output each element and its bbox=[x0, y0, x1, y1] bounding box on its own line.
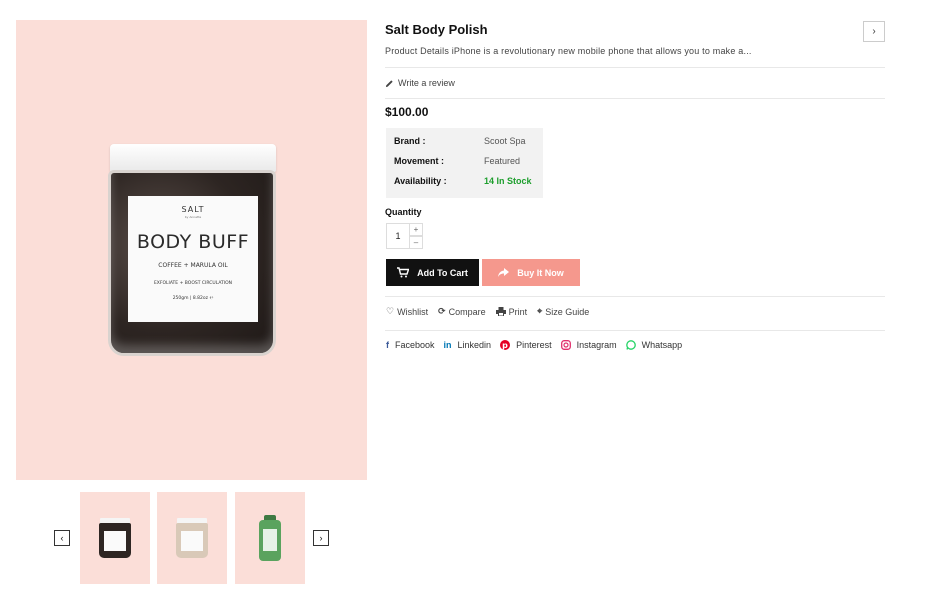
thumbnail-jar-dark-image bbox=[99, 518, 131, 558]
main-product-image[interactable]: SALT by Annette BODY BUFF COFFEE + MARUL… bbox=[16, 20, 367, 480]
print-link[interactable]: Print bbox=[495, 306, 528, 317]
pinterest-label: Pinterest bbox=[516, 340, 552, 350]
chevron-left-icon: ‹ bbox=[60, 532, 64, 543]
buy-now-button[interactable]: Buy It Now bbox=[482, 259, 580, 286]
chevron-right-icon: › bbox=[319, 532, 323, 543]
add-to-cart-button[interactable]: Add To Cart bbox=[386, 259, 479, 286]
spec-value: Scoot Spa bbox=[484, 136, 526, 146]
share-arrow-icon bbox=[498, 268, 510, 277]
facebook-label: Facebook bbox=[395, 340, 435, 350]
thumbnail-prev-button[interactable]: ‹ bbox=[54, 530, 70, 546]
linkedin-icon: in bbox=[443, 340, 452, 350]
label-weight: 250gm | 8.82oz ℮ bbox=[172, 296, 214, 301]
product-actions: ♡ Wishlist ⟳ Compare Print ⌖ Size Guide bbox=[386, 306, 589, 317]
product-specs: Brand : Scoot Spa Movement : Featured Av… bbox=[386, 128, 543, 198]
spec-row-movement: Movement : Featured bbox=[394, 156, 543, 176]
divider bbox=[385, 67, 885, 68]
printer-icon bbox=[495, 307, 506, 316]
compare-label: Compare bbox=[448, 306, 486, 317]
label-benefit: EXFOLIATE + BOOST CIRCULATION bbox=[153, 281, 233, 286]
divider bbox=[385, 330, 885, 331]
thumbnail-green-bottle-image bbox=[259, 515, 281, 561]
minus-icon: – bbox=[413, 238, 419, 247]
compare-icon: ⟳ bbox=[438, 306, 446, 316]
product-price: $100.00 bbox=[385, 105, 429, 119]
jar-label: SALT by Annette BODY BUFF COFFEE + MARUL… bbox=[128, 196, 258, 322]
product-jar-image: SALT by Annette BODY BUFF COFFEE + MARUL… bbox=[108, 144, 276, 356]
heart-icon: ♡ bbox=[386, 306, 395, 316]
spec-value: Featured bbox=[484, 156, 521, 166]
thumbnail-3[interactable] bbox=[235, 492, 305, 584]
label-brand-sub: by Annette bbox=[184, 215, 202, 219]
social-share: f Facebook in Linkedin p Pinterest Insta… bbox=[386, 340, 682, 350]
thumbnail-2[interactable] bbox=[157, 492, 227, 584]
product-title: Salt Body Polish bbox=[385, 22, 488, 37]
share-facebook[interactable]: f Facebook bbox=[386, 340, 435, 350]
label-brand: SALT bbox=[181, 205, 205, 214]
chevron-right-icon: › bbox=[872, 26, 876, 37]
label-product-name: BODY BUFF bbox=[136, 231, 250, 253]
divider bbox=[385, 98, 885, 99]
cart-icon bbox=[397, 267, 410, 278]
print-label: Print bbox=[508, 306, 528, 317]
size-guide-link[interactable]: ⌖ Size Guide bbox=[537, 306, 589, 317]
sitemap-icon: ⌖ bbox=[537, 306, 543, 316]
instagram-icon bbox=[560, 340, 571, 350]
quantity-input[interactable]: 1 bbox=[386, 223, 410, 249]
buy-now-label: Buy It Now bbox=[517, 267, 564, 278]
spec-key: Brand : bbox=[394, 136, 426, 146]
instagram-label: Instagram bbox=[576, 340, 617, 350]
whatsapp-label: Whatsapp bbox=[641, 340, 683, 350]
pinterest-icon: p bbox=[500, 340, 511, 350]
pencil-icon bbox=[385, 79, 393, 87]
spec-row-availability: Availability : 14 In Stock bbox=[394, 176, 543, 196]
compare-link[interactable]: ⟳ Compare bbox=[438, 306, 486, 317]
share-linkedin[interactable]: in Linkedin bbox=[444, 340, 492, 350]
product-description: Product Details iPhone is a revolutionar… bbox=[385, 46, 752, 56]
plus-icon: + bbox=[413, 225, 419, 234]
linkedin-label: Linkedin bbox=[457, 340, 492, 350]
spec-key: Availability : bbox=[394, 176, 447, 186]
wishlist-label: Wishlist bbox=[397, 306, 429, 317]
wishlist-link[interactable]: ♡ Wishlist bbox=[386, 306, 428, 317]
stock-status: 14 In Stock bbox=[484, 176, 532, 186]
svg-text:p: p bbox=[502, 341, 508, 350]
facebook-icon: f bbox=[386, 340, 389, 350]
thumbnail-1[interactable] bbox=[80, 492, 150, 584]
jar-lid bbox=[110, 144, 276, 172]
thumbnail-next-button[interactable]: › bbox=[313, 530, 329, 546]
write-review-label: Write a review bbox=[398, 78, 455, 88]
spec-key: Movement : bbox=[394, 156, 445, 166]
label-ingredients: COFFEE + MARULA OIL bbox=[158, 262, 228, 269]
thumbnail-jar-light-image bbox=[176, 518, 208, 558]
divider bbox=[385, 296, 885, 297]
share-whatsapp[interactable]: Whatsapp bbox=[625, 340, 683, 350]
share-pinterest[interactable]: p Pinterest bbox=[500, 340, 552, 350]
add-to-cart-label: Add To Cart bbox=[417, 267, 468, 278]
quantity-decrease-button[interactable]: – bbox=[410, 236, 423, 249]
quantity-increase-button[interactable]: + bbox=[410, 223, 423, 236]
write-review-link[interactable]: Write a review bbox=[385, 78, 455, 88]
next-product-button[interactable]: › bbox=[863, 21, 885, 42]
whatsapp-icon bbox=[625, 340, 636, 350]
quantity-label: Quantity bbox=[385, 207, 422, 217]
share-instagram[interactable]: Instagram bbox=[560, 340, 617, 350]
spec-row-brand: Brand : Scoot Spa bbox=[394, 136, 543, 156]
size-guide-label: Size Guide bbox=[545, 306, 590, 317]
